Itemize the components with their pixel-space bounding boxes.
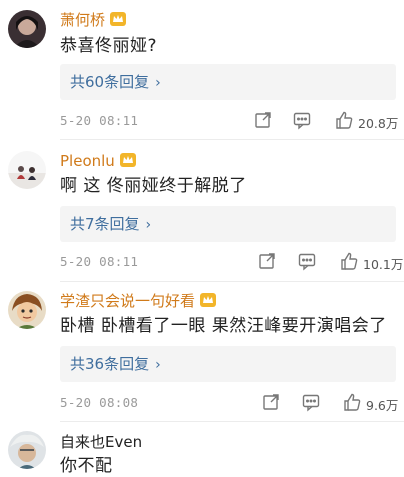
avatar[interactable] (8, 291, 46, 329)
chevron-right-icon: › (145, 217, 152, 233)
chevron-right-icon: › (155, 75, 161, 91)
share-icon[interactable] (253, 110, 273, 130)
thumbs-up-icon[interactable] (339, 251, 359, 271)
comment-text: 恭喜佟丽娅? (60, 36, 158, 56)
avatar[interactable] (8, 151, 46, 189)
replies-count: 共7条回复 (70, 215, 140, 233)
avatar[interactable] (8, 10, 46, 48)
share-icon[interactable] (261, 392, 281, 412)
view-replies-link[interactable]: 共7条回复 › (70, 215, 151, 234)
username[interactable]: Pleonlu (60, 152, 137, 170)
comment-item: 萧何桥 恭喜佟丽娅? 共60条回复 › 5-20 08:11 20.8万 (0, 0, 404, 140)
thumbs-up-icon[interactable] (334, 110, 354, 130)
avatar[interactable] (8, 431, 46, 469)
comment-icon[interactable] (297, 251, 317, 271)
replies-box: 共7条回复 › (60, 206, 396, 242)
comment-text: 你不配 (60, 456, 113, 476)
comment-item: 自来也Even 你不配 (0, 422, 404, 476)
replies-count: 共60条回复 (70, 73, 150, 91)
comment-icon[interactable] (292, 110, 312, 130)
replies-box: 共36条回复 › (60, 346, 396, 382)
username[interactable]: 萧何桥 (60, 11, 127, 29)
comment-meta: 5-20 08:11 20.8万 (0, 110, 404, 132)
thumbs-up-icon[interactable] (342, 392, 362, 412)
timestamp: 5-20 08:11 (60, 113, 139, 128)
share-icon[interactable] (257, 251, 277, 271)
view-replies-link[interactable]: 共36条回复 › (70, 355, 161, 374)
comment-text: 啊 这 佟丽娅终于解脱了 (60, 176, 247, 196)
username-text: 自来也Even (60, 433, 143, 451)
like-count: 10.1万 (363, 257, 404, 272)
comment-item: Pleonlu 啊 这 佟丽娅终于解脱了 共7条回复 › 5-20 08:11 1… (0, 140, 404, 282)
username[interactable]: 自来也Even (60, 433, 142, 451)
crown-badge-icon (109, 11, 127, 27)
view-replies-link[interactable]: 共60条回复 › (70, 73, 161, 92)
crown-badge-icon (119, 152, 137, 168)
comment-meta: 5-20 08:08 9.6万 (0, 392, 404, 414)
comment-meta: 5-20 08:11 10.1万 (0, 251, 404, 273)
like-count: 20.8万 (358, 116, 399, 131)
crown-badge-icon (199, 292, 217, 308)
username-text: 学渣只会说一句好看 (60, 292, 196, 310)
timestamp: 5-20 08:08 (60, 395, 139, 410)
replies-count: 共36条回复 (70, 355, 150, 373)
username-text: Pleonlu (60, 152, 115, 170)
username-text: 萧何桥 (60, 11, 106, 29)
like-count: 9.6万 (366, 398, 399, 413)
username[interactable]: 学渣只会说一句好看 (60, 292, 217, 310)
comment-item: 学渣只会说一句好看 卧槽 卧槽看了一眼 果然汪峰要开演唱会了 共36条回复 › 5… (0, 282, 404, 422)
replies-box: 共60条回复 › (60, 64, 396, 100)
chevron-right-icon: › (155, 357, 161, 373)
comment-icon[interactable] (301, 392, 321, 412)
timestamp: 5-20 08:11 (60, 254, 139, 269)
comment-text: 卧槽 卧槽看了一眼 果然汪峰要开演唱会了 (60, 316, 387, 336)
